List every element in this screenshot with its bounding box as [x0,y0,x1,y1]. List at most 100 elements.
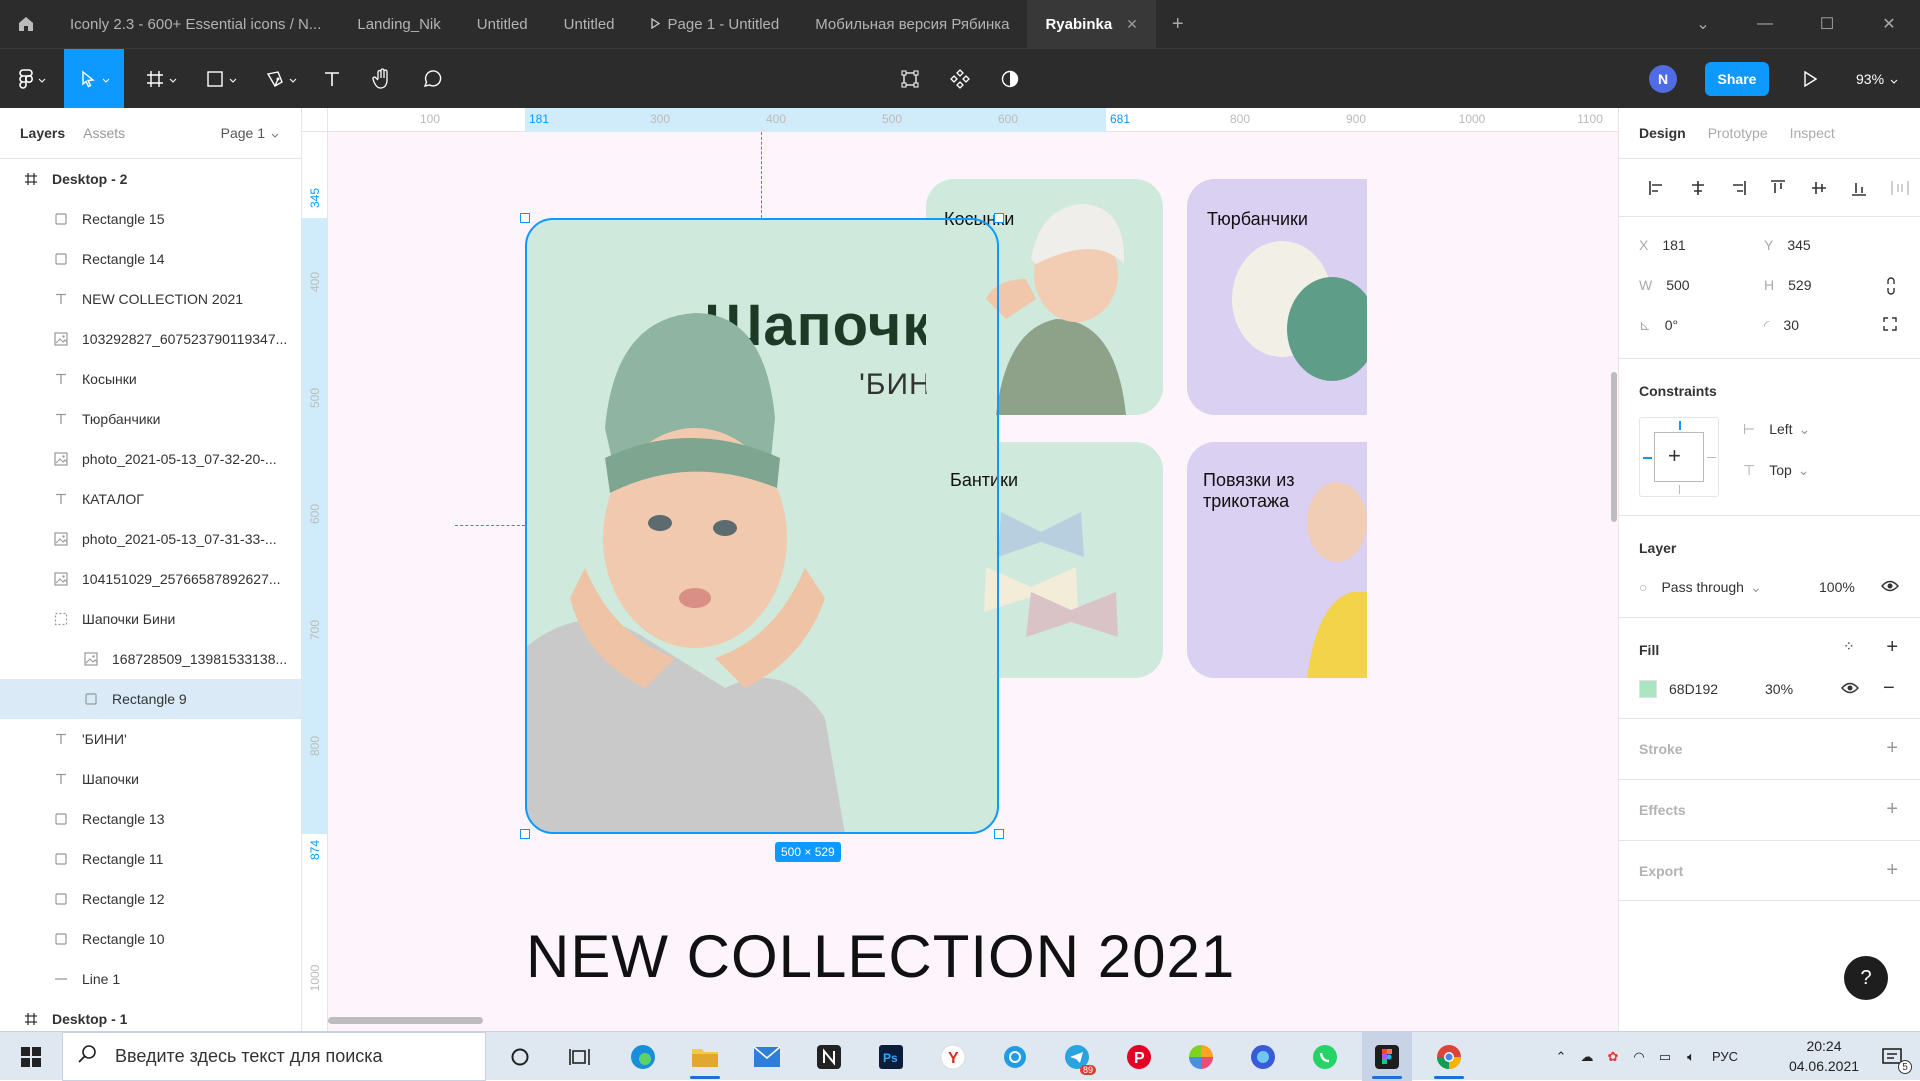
user-avatar[interactable]: N [1649,65,1677,93]
file-tab[interactable]: Page 1 - Untitled [633,0,798,48]
card-turbanchiki[interactable]: Тюрбанчики [1187,179,1367,415]
file-tab[interactable]: Мобильная версия Рябинка [797,0,1027,48]
align-top-icon[interactable] [1758,179,1798,197]
tab-prototype[interactable]: Prototype [1708,125,1768,141]
layer-row[interactable]: Line 1 [0,959,301,999]
corner-radius-field[interactable]: ◜ 30 [1764,317,1799,334]
width-field[interactable]: W 500 [1639,277,1690,293]
fill-swatch[interactable] [1639,680,1657,698]
align-horizontal-center-icon[interactable] [1677,180,1717,196]
notifications-button[interactable]: 5 [1868,1032,1918,1081]
height-field[interactable]: H 529 [1764,277,1811,293]
file-tab[interactable]: Untitled [546,0,633,48]
shape-tool-button[interactable] [198,49,244,109]
add-export-plus-icon[interactable]: + [1886,859,1898,882]
fill-hex-value[interactable]: 68D192 [1669,681,1718,697]
mask-button[interactable] [990,49,1030,109]
crop-button[interactable] [890,49,930,109]
close-window-button[interactable]: ✕ [1858,0,1920,48]
layer-row[interactable]: Шапочки [0,759,301,799]
layer-row[interactable]: КАТАЛОГ [0,479,301,519]
vertical-scrollbar[interactable] [1611,372,1617,522]
maximize-button[interactable]: ☐ [1796,0,1858,48]
taskbar-mail[interactable] [742,1032,792,1081]
text-tool-button[interactable] [314,49,350,109]
horizontal-constraint-select[interactable]: ⊢ Left ⌄ [1743,421,1810,438]
layer-row[interactable]: photo_2021-05-13_07-31-33-... [0,519,301,559]
layer-row[interactable]: NEW COLLECTION 2021 [0,279,301,319]
tab-assets[interactable]: Assets [83,125,125,141]
pen-tool-button[interactable] [258,49,304,109]
wifi-icon[interactable]: ◠ [1626,1049,1652,1065]
align-bottom-icon[interactable] [1839,179,1879,197]
layer-row[interactable]: 168728509_13981533138... [0,639,301,679]
card-povyazki[interactable]: Повязки из трикотажа [1187,442,1367,678]
frame-tool-button[interactable] [138,49,184,109]
taskbar-notion[interactable] [804,1032,854,1081]
taskbar-chrome[interactable] [1424,1032,1474,1081]
file-tab[interactable]: Untitled [459,0,546,48]
constrain-proportions-icon[interactable] [1885,277,1897,298]
move-tool-button[interactable] [64,49,124,109]
add-fill-plus-icon[interactable]: + [1886,636,1898,659]
taskbar-edge[interactable] [618,1032,668,1081]
distribute-icon[interactable] [1880,180,1920,196]
add-effect-plus-icon[interactable]: + [1886,798,1898,821]
present-button[interactable] [1792,49,1828,109]
start-button[interactable] [6,1032,56,1081]
task-view-button[interactable] [555,1032,605,1081]
file-tab[interactable]: Ryabinka ✕ [1027,0,1156,48]
taskbar-photos[interactable] [1176,1032,1226,1081]
chevron-up-icon[interactable]: ⌃ [1548,1049,1574,1065]
taskbar-yandex[interactable]: Y [928,1032,978,1081]
system-clock[interactable]: 20:24 04.06.2021 [1784,1036,1864,1076]
taskbar-pinterest[interactable]: P [1114,1032,1164,1081]
layer-row[interactable]: Rectangle 12 [0,879,301,919]
canvas[interactable]: Шапочки 'БИНИ' Косынки Тюрбанчики Бантик… [328,132,1618,1031]
eye-icon[interactable] [1881,579,1899,595]
constraints-widget[interactable]: + [1639,417,1719,497]
layer-opacity-field[interactable]: 100% [1819,579,1855,595]
layer-row[interactable]: Rectangle 11 [0,839,301,879]
y-field[interactable]: Y 345 [1764,237,1811,253]
layer-row[interactable]: Rectangle 14 [0,239,301,279]
fill-opacity-value[interactable]: 30% [1765,681,1793,697]
tab-inspect[interactable]: Inspect [1790,125,1835,141]
layer-row[interactable]: 103292827_607523790119347... [0,319,301,359]
layer-row[interactable]: Rectangle 13 [0,799,301,839]
new-tab-button[interactable]: + [1156,0,1200,48]
align-left-icon[interactable] [1637,180,1677,196]
eye-icon[interactable] [1841,681,1859,697]
taskbar-whatsapp[interactable] [1300,1032,1350,1081]
page-selector[interactable]: Page 1 [221,108,279,158]
comment-tool-button[interactable] [414,49,450,109]
taskbar-search[interactable]: Введите здесь текст для поиска [62,1032,486,1081]
horizontal-scrollbar[interactable] [328,1017,483,1024]
app-tray-icon[interactable]: ✿ [1600,1049,1626,1065]
resize-handle-top-right[interactable] [994,213,1004,223]
styles-grid-icon[interactable]: ⁘ [1843,638,1855,655]
minimize-button[interactable]: — [1734,0,1796,48]
language-indicator[interactable]: РУС [1712,1049,1738,1064]
file-tab[interactable]: Landing_Nik [339,0,458,48]
layer-row[interactable]: Шапочки Бини [0,599,301,639]
cloud-icon[interactable]: ☁ [1574,1049,1600,1065]
layer-row[interactable]: 104151029_25766587892627... [0,559,301,599]
component-button[interactable] [940,49,980,109]
align-vertical-center-icon[interactable] [1799,179,1839,197]
home-button[interactable] [0,0,52,48]
align-right-icon[interactable] [1718,180,1758,196]
independent-corners-icon[interactable] [1883,317,1897,334]
taskbar-app-blue[interactable] [990,1032,1040,1081]
layer-row[interactable]: Desktop - 1 [0,999,301,1031]
resize-handle-bottom-left[interactable] [520,829,530,839]
layer-row[interactable]: Тюрбанчики [0,399,301,439]
tab-design[interactable]: Design [1639,125,1686,141]
zoom-dropdown[interactable]: 93% [1856,49,1898,109]
taskbar-firefox[interactable] [1238,1032,1288,1081]
layer-row[interactable]: Косынки [0,359,301,399]
help-button[interactable]: ? [1844,956,1888,1000]
resize-handle-top-left[interactable] [520,213,530,223]
layer-row[interactable]: photo_2021-05-13_07-32-20-... [0,439,301,479]
layer-row[interactable]: Rectangle 15 [0,199,301,239]
